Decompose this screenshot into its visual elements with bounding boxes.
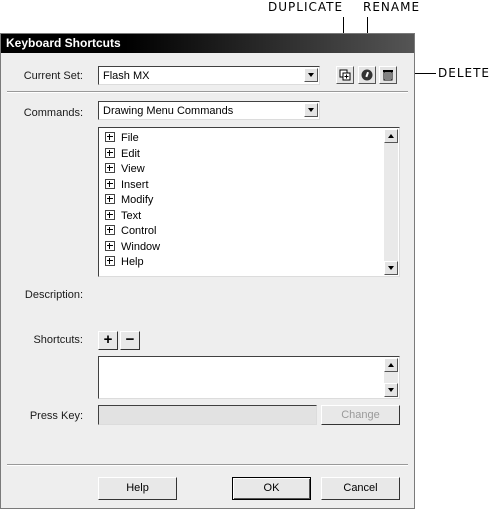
expand-plus-icon[interactable]: [105, 132, 115, 143]
shortcuts-scrollbar[interactable]: [384, 358, 398, 397]
expand-plus-icon[interactable]: [105, 209, 115, 220]
description-label: Description:: [24, 289, 83, 301]
scroll-down-button[interactable]: [384, 383, 398, 397]
dialog-title: Keyboard Shortcuts: [1, 34, 414, 53]
tree-item-insert[interactable]: Insert: [105, 178, 149, 193]
tree-item-modify[interactable]: Modify: [105, 193, 153, 208]
commands-label: Commands:: [23, 107, 83, 119]
rename-icon: [361, 69, 373, 81]
commands-tree[interactable]: File Edit View Insert Modify Text Contro…: [98, 127, 400, 277]
expand-plus-icon[interactable]: [105, 163, 115, 174]
tree-item-help[interactable]: Help: [105, 255, 144, 270]
commands-value: Drawing Menu Commands: [103, 105, 234, 117]
duplicate-callout: DUPLICATE: [268, 0, 344, 14]
duplicate-set-button[interactable]: [336, 66, 354, 84]
current-set-label: Current Set:: [23, 70, 83, 82]
delete-callout: DELETE: [438, 66, 491, 80]
chevron-down-icon: [308, 108, 314, 112]
separator: [7, 91, 408, 93]
scroll-up-button[interactable]: [384, 358, 398, 372]
help-button[interactable]: Help: [98, 477, 177, 500]
chevron-down-icon: [308, 73, 314, 77]
tree-item-control[interactable]: Control: [105, 224, 156, 239]
expand-plus-icon[interactable]: [105, 147, 115, 158]
delete-set-button[interactable]: [379, 66, 397, 84]
remove-shortcut-button[interactable]: −: [120, 331, 140, 350]
tree-item-view[interactable]: View: [105, 162, 145, 177]
cancel-button[interactable]: Cancel: [321, 477, 400, 500]
keyboard-shortcuts-dialog: Keyboard Shortcuts Current Set: Flash MX…: [0, 33, 415, 509]
shortcuts-list[interactable]: [98, 356, 400, 399]
tree-scrollbar[interactable]: [384, 129, 398, 275]
change-button[interactable]: Change: [321, 405, 400, 425]
current-set-dropdown-button[interactable]: [304, 68, 318, 82]
ok-button[interactable]: OK: [232, 477, 311, 500]
arrow-down-icon: [388, 388, 394, 392]
arrow-down-icon: [388, 266, 394, 270]
commands-select[interactable]: Drawing Menu Commands: [98, 101, 320, 120]
current-set-select[interactable]: Flash MX: [98, 66, 320, 85]
expand-plus-icon[interactable]: [105, 178, 115, 189]
duplicate-icon: [339, 69, 351, 81]
separator: [7, 464, 408, 466]
arrow-up-icon: [388, 363, 394, 367]
press-key-label: Press Key:: [29, 410, 83, 422]
expand-plus-icon[interactable]: [105, 256, 115, 267]
expand-plus-icon[interactable]: [105, 240, 115, 251]
rename-set-button[interactable]: [358, 66, 376, 84]
tree-item-edit[interactable]: Edit: [105, 147, 140, 162]
scroll-down-button[interactable]: [384, 261, 398, 275]
shortcuts-label: Shortcuts:: [33, 334, 83, 346]
commands-dropdown-button[interactable]: [304, 103, 318, 117]
expand-plus-icon[interactable]: [105, 225, 115, 236]
trash-icon: [383, 70, 393, 81]
press-key-field[interactable]: [98, 405, 317, 425]
current-set-value: Flash MX: [103, 70, 150, 82]
scroll-up-button[interactable]: [384, 129, 398, 143]
add-shortcut-button[interactable]: +: [98, 331, 118, 350]
tree-item-file[interactable]: File: [105, 131, 139, 146]
expand-plus-icon[interactable]: [105, 194, 115, 205]
arrow-up-icon: [388, 134, 394, 138]
tree-item-text[interactable]: Text: [105, 209, 141, 224]
rename-callout: RENAME: [363, 0, 421, 14]
tree-item-window[interactable]: Window: [105, 240, 160, 255]
